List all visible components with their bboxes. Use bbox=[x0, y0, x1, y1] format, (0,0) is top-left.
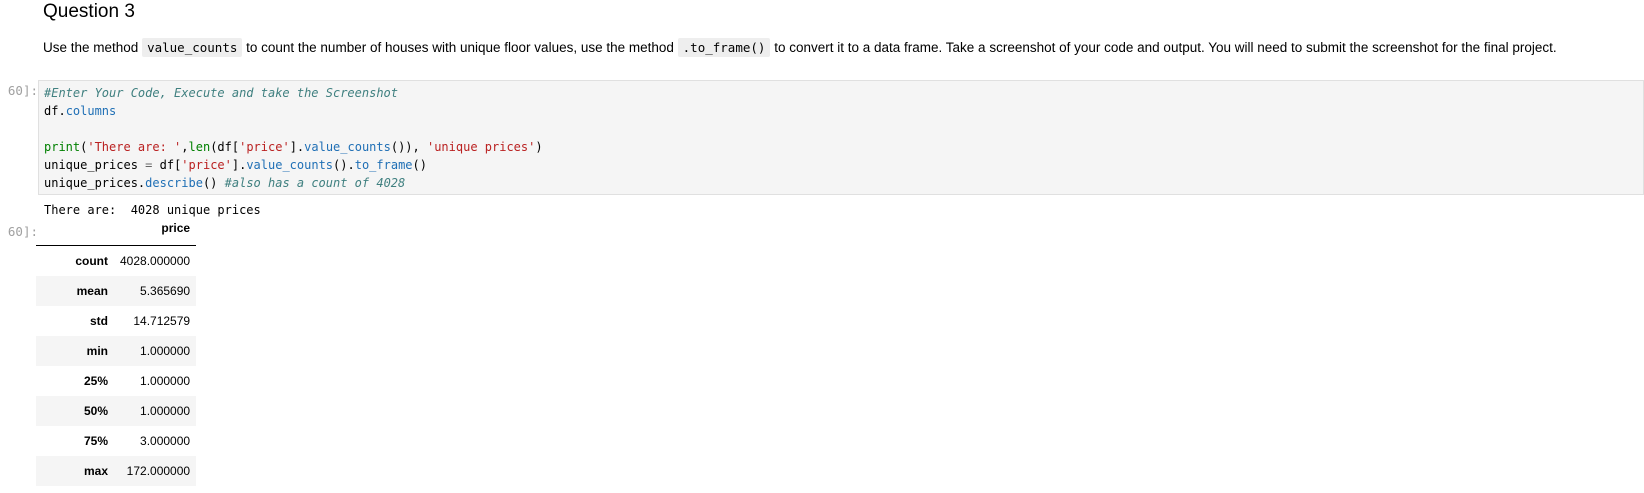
table-row: max 172.000000 bbox=[36, 456, 197, 486]
table-row: min 1.000000 bbox=[36, 336, 197, 366]
question-instructions: Use the method value_counts to count the… bbox=[43, 37, 1557, 59]
code-token: value_counts bbox=[246, 158, 334, 172]
code-cell-editor[interactable]: #Enter Your Code, Execute and take the S… bbox=[38, 80, 1644, 195]
table-row: 25% 1.000000 bbox=[36, 366, 196, 396]
input-prompt: 60]: bbox=[7, 83, 38, 98]
code-line-5: unique_prices = df['price'].value_counts… bbox=[44, 156, 1638, 174]
instructions-text-2: to count the number of houses with uniqu… bbox=[242, 40, 678, 55]
table-row: count 4028.000000 bbox=[36, 246, 196, 277]
table-row-label: min bbox=[86, 344, 108, 358]
code-token: describe bbox=[145, 176, 203, 190]
table-row: mean 5.365690 bbox=[36, 276, 197, 306]
table-column-header: price bbox=[114, 221, 197, 246]
code-token: len bbox=[188, 140, 211, 154]
instructions-text-3: to convert it to a data frame. Take a sc… bbox=[770, 40, 1557, 55]
code-token: (). bbox=[333, 158, 355, 172]
code-token: columns bbox=[65, 104, 117, 118]
code-token: unique_prices. bbox=[44, 176, 146, 190]
table-cell: 3.000000 bbox=[140, 434, 191, 448]
table-cell: 172.000000 bbox=[126, 464, 191, 478]
code-comment: #Enter Your Code, Execute and take the S… bbox=[44, 86, 399, 100]
code-token: ) bbox=[535, 140, 543, 154]
code-line-4: print('There are: ',len(df['price'].valu… bbox=[44, 138, 1638, 156]
code-token: to_frame bbox=[354, 158, 413, 172]
table-cell: 4028.000000 bbox=[120, 254, 191, 268]
table-row: 75% 3.000000 bbox=[36, 426, 196, 456]
describe-dataframe-table: price count 4028.000000 mean 5.365690 st… bbox=[36, 221, 197, 486]
output-prompt: 60]: bbox=[7, 224, 38, 239]
inline-code-to-frame: .to_frame() bbox=[677, 38, 771, 57]
table-header-row: price bbox=[36, 221, 197, 246]
code-token: 'There are: ' bbox=[87, 140, 182, 154]
code-token: 'price' bbox=[181, 158, 232, 172]
code-token: , bbox=[181, 140, 189, 154]
code-token: () bbox=[202, 176, 225, 190]
code-token: () bbox=[412, 158, 427, 172]
question-heading: Question 3 bbox=[43, 1, 135, 22]
table-cell: 14.712579 bbox=[133, 314, 191, 328]
table-row: 50% 1.000000 bbox=[36, 396, 197, 426]
code-line-1: #Enter Your Code, Execute and take the S… bbox=[44, 84, 1638, 102]
table-row-label: count bbox=[75, 254, 108, 268]
table-row-label: 75% bbox=[83, 434, 108, 448]
table-cell: 5.365690 bbox=[140, 284, 191, 298]
code-token: 'unique prices' bbox=[426, 140, 536, 154]
code-token: . bbox=[58, 104, 66, 118]
code-token: ]. bbox=[289, 140, 305, 154]
instructions-text-1: Use the method bbox=[43, 40, 143, 55]
inline-code-value-counts: value_counts bbox=[142, 38, 243, 57]
table-cell: 1.000000 bbox=[140, 344, 191, 358]
table-row: std 14.712579 bbox=[36, 306, 196, 336]
table-row-label: 50% bbox=[83, 404, 108, 418]
code-line-2: df.columns bbox=[44, 102, 1638, 120]
code-token: print bbox=[44, 140, 81, 154]
code-token: unique_prices bbox=[44, 158, 146, 172]
code-line-6: unique_prices.describe() #also has a cou… bbox=[44, 174, 1638, 192]
code-comment: #also has a count of 4028 bbox=[224, 176, 406, 190]
table-row-label: 25% bbox=[83, 374, 108, 388]
table-row-label: std bbox=[90, 314, 108, 328]
code-token: value_counts bbox=[304, 140, 391, 154]
code-token: df[ bbox=[152, 158, 182, 172]
table-row-label: mean bbox=[76, 284, 108, 298]
code-token: (df[ bbox=[210, 140, 240, 154]
code-token: ()), bbox=[390, 140, 427, 154]
code-token: df bbox=[44, 104, 59, 118]
notebook-page: Question 3 Use the method value_counts t… bbox=[0, 0, 1644, 493]
table-index-header bbox=[36, 221, 114, 246]
code-token: ]. bbox=[231, 158, 247, 172]
table-row-label: max bbox=[83, 464, 108, 478]
code-token: 'price' bbox=[239, 140, 290, 154]
table-cell: 1.000000 bbox=[140, 374, 191, 388]
table-cell: 1.000000 bbox=[140, 404, 191, 418]
stream-output: There are: 4028 unique prices bbox=[44, 203, 261, 217]
